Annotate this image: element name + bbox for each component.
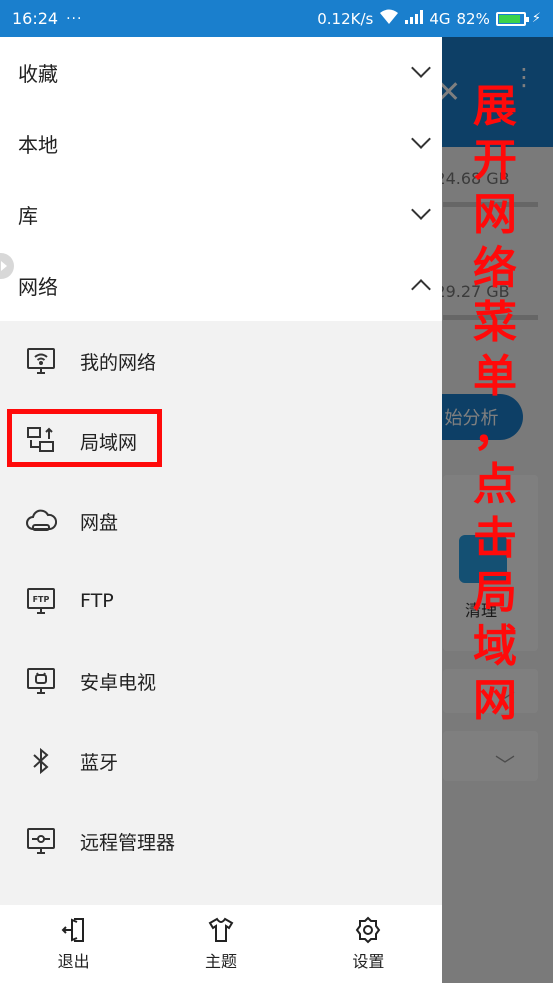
instruction-char: 单 bbox=[473, 351, 517, 402]
instruction-char: 点 bbox=[473, 459, 517, 510]
navigation-drawer: 收藏 本地 库 网络 我的网络 局域网 网盘 FTP FTP 安卓电视 蓝牙 远… bbox=[0, 37, 442, 983]
section-label: 收藏 bbox=[18, 62, 58, 86]
section-label: 库 bbox=[18, 204, 38, 228]
instruction-char: 网 bbox=[473, 675, 517, 726]
menu-item-label: 我的网络 bbox=[80, 351, 157, 374]
section-label: 网络 bbox=[18, 275, 58, 299]
instruction-char: 络 bbox=[473, 243, 517, 294]
section-network[interactable]: 网络 bbox=[0, 250, 442, 321]
instruction-overlay: 展 开 网 络 菜 单 ， 点 击 局 域 网 bbox=[470, 80, 520, 728]
cloud-disk-icon bbox=[24, 504, 58, 538]
settings-button[interactable]: 设置 bbox=[295, 905, 442, 983]
chevron-down-icon bbox=[411, 58, 431, 78]
instruction-char: ， bbox=[473, 405, 517, 456]
status-time: 16:24 bbox=[12, 9, 59, 28]
charging-icon: ⚡ bbox=[531, 11, 541, 26]
section-favorites[interactable]: 收藏 bbox=[0, 37, 442, 108]
menu-item-label: 网盘 bbox=[80, 511, 119, 534]
network-speed: 0.12K/s bbox=[317, 9, 374, 28]
signal-icon bbox=[405, 9, 424, 28]
network-type: 4G bbox=[429, 9, 451, 28]
status-right: 0.12K/s 4G 82% ⚡ bbox=[317, 9, 541, 29]
section-library[interactable]: 库 bbox=[0, 179, 442, 250]
status-more-dots: ··· bbox=[66, 10, 83, 27]
status-bar: 16:24 ··· 0.12K/s 4G 82% ⚡ bbox=[0, 0, 553, 37]
menu-item-my-network[interactable]: 我的网络 bbox=[0, 321, 442, 401]
tshirt-icon bbox=[208, 917, 234, 942]
section-local[interactable]: 本地 bbox=[0, 108, 442, 179]
menu-item-label: 远程管理器 bbox=[80, 831, 176, 854]
exit-icon bbox=[61, 918, 84, 942]
svg-text:FTP: FTP bbox=[33, 595, 50, 604]
drawer-bottom-bar: 退出 主题 设置 bbox=[0, 905, 442, 983]
battery-icon bbox=[495, 11, 529, 26]
theme-button[interactable]: 主题 bbox=[147, 905, 294, 983]
chevron-down-icon bbox=[411, 200, 431, 220]
menu-item-remote-manager[interactable]: 远程管理器 bbox=[0, 801, 442, 881]
menu-item-bluetooth[interactable]: 蓝牙 bbox=[0, 721, 442, 801]
instruction-char: 菜 bbox=[473, 297, 517, 348]
chevron-up-icon bbox=[411, 279, 431, 299]
instruction-char: 展 bbox=[473, 81, 517, 132]
bluetooth-icon bbox=[24, 744, 58, 778]
instruction-char: 局 bbox=[473, 567, 517, 618]
menu-item-label: 安卓电视 bbox=[80, 671, 157, 694]
menu-item-android-tv[interactable]: 安卓电视 bbox=[0, 641, 442, 721]
section-label: 本地 bbox=[18, 133, 58, 157]
chevron-down-icon bbox=[411, 129, 431, 149]
wifi-icon bbox=[379, 9, 399, 29]
menu-item-ftp[interactable]: FTP FTP bbox=[0, 561, 442, 641]
gear-icon bbox=[356, 916, 381, 944]
menu-item-cloud-disk[interactable]: 网盘 bbox=[0, 481, 442, 561]
instruction-char: 击 bbox=[473, 513, 517, 564]
drawer-list: 收藏 本地 库 网络 我的网络 局域网 网盘 FTP FTP 安卓电视 蓝牙 远… bbox=[0, 37, 442, 905]
battery-percent: 82% bbox=[456, 9, 490, 28]
highlight-box bbox=[7, 409, 162, 467]
remote-manager-icon bbox=[24, 824, 58, 858]
menu-item-label: FTP bbox=[80, 590, 114, 612]
menu-item-label: 蓝牙 bbox=[80, 751, 119, 774]
instruction-char: 域 bbox=[473, 621, 517, 672]
instruction-char: 网 bbox=[473, 189, 517, 240]
theme-label: 主题 bbox=[204, 952, 237, 971]
instruction-char: 开 bbox=[473, 135, 517, 186]
android-tv-icon bbox=[24, 664, 58, 698]
exit-button[interactable]: 退出 bbox=[0, 905, 147, 983]
settings-label: 设置 bbox=[352, 952, 385, 971]
ftp-icon: FTP bbox=[24, 584, 58, 618]
wifi-monitor-icon bbox=[24, 344, 58, 378]
exit-label: 退出 bbox=[57, 952, 90, 971]
